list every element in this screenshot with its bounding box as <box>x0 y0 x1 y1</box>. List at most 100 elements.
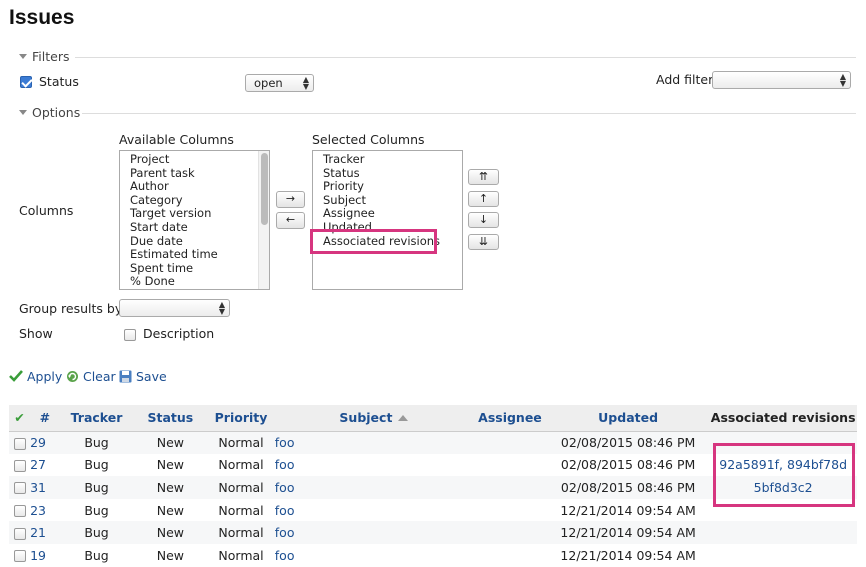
table-row[interactable]: 21 Bug New Normal foo 12/21/2014 09:54 A… <box>9 521 857 544</box>
row-select-cell[interactable] <box>9 521 31 544</box>
refresh-icon <box>67 371 78 382</box>
subject-link[interactable]: foo <box>275 525 295 540</box>
list-item[interactable]: Subject <box>323 193 462 208</box>
issue-id-cell[interactable]: 29 <box>30 431 60 454</box>
row-checkbox[interactable] <box>13 459 26 472</box>
add-filter-select[interactable]: ▲ ▼ <box>712 71 851 89</box>
list-item[interactable]: Tracker <box>323 152 462 167</box>
move-bottom-button[interactable]: ⇊ <box>468 234 499 250</box>
description-label: Description <box>143 326 215 341</box>
header-status[interactable]: Status <box>133 405 208 432</box>
list-item[interactable]: Status <box>323 166 462 181</box>
issue-id-cell[interactable]: 23 <box>30 498 60 522</box>
subject-cell[interactable]: foo <box>274 431 474 454</box>
save-link[interactable]: Save <box>119 369 167 384</box>
status-filter-checkbox[interactable] <box>20 76 32 88</box>
subject-cell[interactable]: foo <box>274 453 474 477</box>
issue-id-link[interactable]: 19 <box>30 548 46 563</box>
subject-link[interactable]: foo <box>275 457 295 472</box>
scrollbar-thumb[interactable] <box>261 153 268 225</box>
header-priority[interactable]: Priority <box>207 405 275 432</box>
subject-cell[interactable]: foo <box>274 521 474 544</box>
issue-id-cell[interactable]: 27 <box>30 453 60 477</box>
list-item[interactable]: Parent task <box>130 166 269 181</box>
table-row[interactable]: 19 Bug New Normal foo 12/21/2014 09:54 A… <box>9 543 857 567</box>
row-checkbox[interactable] <box>13 482 26 495</box>
row-select-cell[interactable] <box>9 476 31 499</box>
list-item[interactable]: Due date <box>130 234 269 249</box>
available-columns-title: Available Columns <box>119 132 234 147</box>
status-cell: New <box>133 476 208 499</box>
issue-id-link[interactable]: 29 <box>30 435 46 450</box>
list-item[interactable]: Assignee <box>323 207 462 221</box>
list-item[interactable]: Spent time <box>130 261 269 276</box>
move-right-button[interactable]: → <box>276 191 305 208</box>
row-checkbox[interactable] <box>13 505 26 518</box>
add-filter-label: Add filter <box>656 72 714 87</box>
list-item[interactable]: Start date <box>130 220 269 235</box>
header-associated-revisions: Associated revisions <box>709 405 857 432</box>
available-columns-list[interactable]: Project Parent task Author Category Targ… <box>119 150 270 290</box>
subject-cell[interactable]: foo <box>274 476 474 499</box>
issue-id-link[interactable]: 21 <box>30 525 46 540</box>
status-operator-select[interactable]: open ▲ ▼ <box>245 74 314 92</box>
row-select-cell[interactable] <box>9 543 31 567</box>
clear-link[interactable]: Clear <box>66 369 116 384</box>
group-by-select[interactable]: ▲ ▼ <box>119 299 230 317</box>
status-cell: New <box>133 453 208 477</box>
subject-cell[interactable]: foo <box>274 543 474 567</box>
subject-link[interactable]: foo <box>275 435 295 450</box>
list-item[interactable]: Priority <box>323 180 462 194</box>
status-filter-label: Status <box>39 74 79 89</box>
list-item[interactable]: Estimated time <box>130 248 269 262</box>
move-left-button[interactable]: ← <box>276 212 305 229</box>
issue-id-link[interactable]: 27 <box>30 457 46 472</box>
updated-cell: 02/08/2015 08:46 PM <box>546 453 710 477</box>
list-item[interactable]: % Done <box>130 275 269 289</box>
tracker-cell: Bug <box>59 431 134 454</box>
select-arrows-icon: ▲ ▼ <box>302 75 309 91</box>
selected-columns-title: Selected Columns <box>312 132 425 147</box>
row-checkbox[interactable] <box>13 527 26 540</box>
list-item[interactable]: Category <box>130 193 269 208</box>
options-legend[interactable]: Options <box>19 105 80 120</box>
row-checkbox[interactable] <box>13 550 26 563</box>
issue-id-cell[interactable]: 19 <box>30 543 60 567</box>
list-item[interactable]: Target version <box>130 207 269 221</box>
subject-link[interactable]: foo <box>275 548 295 563</box>
header-updated[interactable]: Updated <box>546 405 710 432</box>
status-cell: New <box>133 498 208 522</box>
issue-id-link[interactable]: 31 <box>30 480 46 495</box>
header-subject-label[interactable]: Subject <box>339 410 392 425</box>
row-select-cell[interactable] <box>9 498 31 522</box>
row-select-cell[interactable] <box>9 453 31 477</box>
check-all-icon[interactable]: ✔ <box>14 410 24 425</box>
subject-link[interactable]: foo <box>275 480 295 495</box>
issue-id-cell[interactable]: 21 <box>30 521 60 544</box>
header-id[interactable]: # <box>30 405 60 432</box>
highlight-box-associated-revisions-values <box>713 443 855 507</box>
move-top-button[interactable]: ⇈ <box>468 169 499 185</box>
apply-link[interactable]: Apply <box>9 369 62 384</box>
tracker-cell: Bug <box>59 543 134 567</box>
priority-cell: Normal <box>207 476 275 499</box>
selected-columns-list[interactable]: Tracker Status Priority Subject Assignee… <box>312 150 463 290</box>
list-item[interactable]: Project <box>130 152 269 167</box>
filters-legend[interactable]: Filters <box>19 49 69 64</box>
description-checkbox[interactable] <box>124 329 136 341</box>
header-tracker[interactable]: Tracker <box>59 405 134 432</box>
scrollbar[interactable] <box>258 151 269 289</box>
header-assignee[interactable]: Assignee <box>473 405 547 432</box>
subject-cell[interactable]: foo <box>274 498 474 522</box>
revisions-cell <box>709 543 857 567</box>
select-all-toggle[interactable]: ✔ <box>9 405 31 432</box>
list-item[interactable]: Author <box>130 180 269 194</box>
header-subject[interactable]: Subject <box>274 405 474 432</box>
subject-link[interactable]: foo <box>275 503 295 518</box>
issue-id-cell[interactable]: 31 <box>30 476 60 499</box>
issue-id-link[interactable]: 23 <box>30 503 46 518</box>
move-down-button[interactable]: ↓ <box>468 212 499 228</box>
row-checkbox[interactable] <box>13 437 26 450</box>
row-select-cell[interactable] <box>9 431 31 454</box>
move-up-button[interactable]: ↑ <box>468 191 499 207</box>
